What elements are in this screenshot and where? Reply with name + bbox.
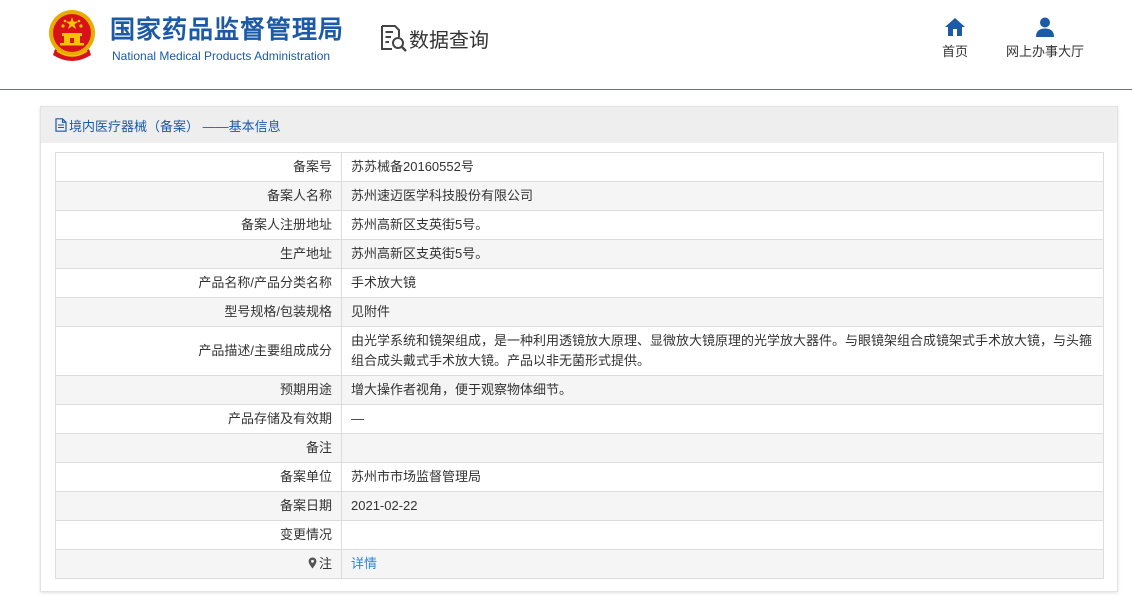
field-label: 备案号: [55, 152, 342, 182]
nav-home[interactable]: 首页: [935, 16, 975, 60]
data-query-link[interactable]: 数据查询: [378, 22, 489, 54]
row-note: 注 详情: [55, 549, 1104, 579]
field-value: 苏州高新区支英街5号。: [341, 210, 1104, 240]
row-filing-unit: 备案单位 苏州市市场监督管理局: [55, 462, 1104, 492]
site-header: 国家药品监督管理局 National Medical Products Admi…: [0, 0, 1132, 90]
row-filer-registered-address: 备案人注册地址 苏州高新区支英街5号。: [55, 210, 1104, 240]
row-product-description: 产品描述/主要组成成分 由光学系统和镜架组成，是一种利用透镜放大原理、显微放大镜…: [55, 326, 1104, 376]
row-change-status: 变更情况: [55, 520, 1104, 550]
details-link[interactable]: 详情: [351, 556, 377, 571]
field-label: 型号规格/包装规格: [55, 297, 342, 327]
field-label: 生产地址: [55, 239, 342, 269]
field-label: 产品存储及有效期: [55, 404, 342, 434]
field-value: 由光学系统和镜架组成，是一种利用透镜放大原理、显微放大镜原理的光学放大器件。与眼…: [341, 326, 1104, 376]
field-label: 产品名称/产品分类名称: [55, 268, 342, 298]
field-label: 注: [55, 549, 342, 579]
site-subtitle: National Medical Products Administration: [112, 49, 331, 63]
field-label: 备案人注册地址: [55, 210, 342, 240]
field-value: 2021-02-22: [341, 491, 1104, 521]
panel-header: 境内医疗器械（备案） ——基本信息: [41, 107, 1117, 143]
row-product-name: 产品名称/产品分类名称 手术放大镜: [55, 268, 1104, 298]
record-detail-table: 备案号 苏苏械备20160552号 备案人名称 苏州速迈医学科技股份有限公司 备…: [55, 152, 1104, 579]
user-icon: [1036, 17, 1054, 37]
basic-info-panel: 境内医疗器械（备案） ——基本信息 备案号 苏苏械备20160552号 备案人名…: [40, 106, 1118, 592]
field-value: 详情: [341, 549, 1104, 579]
field-label: 备案人名称: [55, 181, 342, 211]
data-query-label: 数据查询: [409, 29, 489, 52]
row-filing-date: 备案日期 2021-02-22: [55, 491, 1104, 521]
field-value: 苏州高新区支英街5号。: [341, 239, 1104, 269]
nav-online-service-hall[interactable]: 网上办事大厅: [1000, 16, 1090, 60]
field-value: [341, 433, 1104, 463]
nav-online-service-hall-label: 网上办事大厅: [1005, 44, 1084, 59]
row-production-address: 生产地址 苏州高新区支英街5号。: [55, 239, 1104, 269]
pin-icon: [308, 557, 317, 569]
field-value: 手术放大镜: [341, 268, 1104, 298]
field-label: 预期用途: [55, 375, 342, 405]
row-intended-use: 预期用途 增大操作者视角，便于观察物体细节。: [55, 375, 1104, 405]
note-label: 注: [318, 556, 332, 571]
field-value: [341, 520, 1104, 550]
document-icon: [55, 118, 67, 132]
row-model-spec: 型号规格/包装规格 见附件: [55, 297, 1104, 327]
document-search-icon: [381, 25, 407, 52]
row-filing-number: 备案号 苏苏械备20160552号: [55, 152, 1104, 182]
field-label: 备案日期: [55, 491, 342, 521]
field-label: 备案单位: [55, 462, 342, 492]
nav-home-label: 首页: [941, 44, 968, 59]
home-icon: [945, 18, 965, 36]
panel-title: 境内医疗器械（备案） ——基本信息: [69, 118, 281, 134]
row-filer-name: 备案人名称 苏州速迈医学科技股份有限公司: [55, 181, 1104, 211]
field-value: 见附件: [341, 297, 1104, 327]
field-label: 备注: [55, 433, 342, 463]
national-emblem-logo[interactable]: [47, 9, 97, 63]
row-storage-validity: 产品存储及有效期 —: [55, 404, 1104, 434]
field-value: —: [341, 404, 1104, 434]
field-value: 苏苏械备20160552号: [341, 152, 1104, 182]
field-value: 苏州速迈医学科技股份有限公司: [341, 181, 1104, 211]
field-label: 变更情况: [55, 520, 342, 550]
site-title: 国家药品监督管理局: [110, 16, 345, 44]
field-value: 苏州市市场监督管理局: [341, 462, 1104, 492]
field-value: 增大操作者视角，便于观察物体细节。: [341, 375, 1104, 405]
panel-body: 备案号 苏苏械备20160552号 备案人名称 苏州速迈医学科技股份有限公司 备…: [41, 143, 1117, 579]
field-label: 产品描述/主要组成成分: [55, 326, 342, 376]
row-remarks: 备注: [55, 433, 1104, 463]
